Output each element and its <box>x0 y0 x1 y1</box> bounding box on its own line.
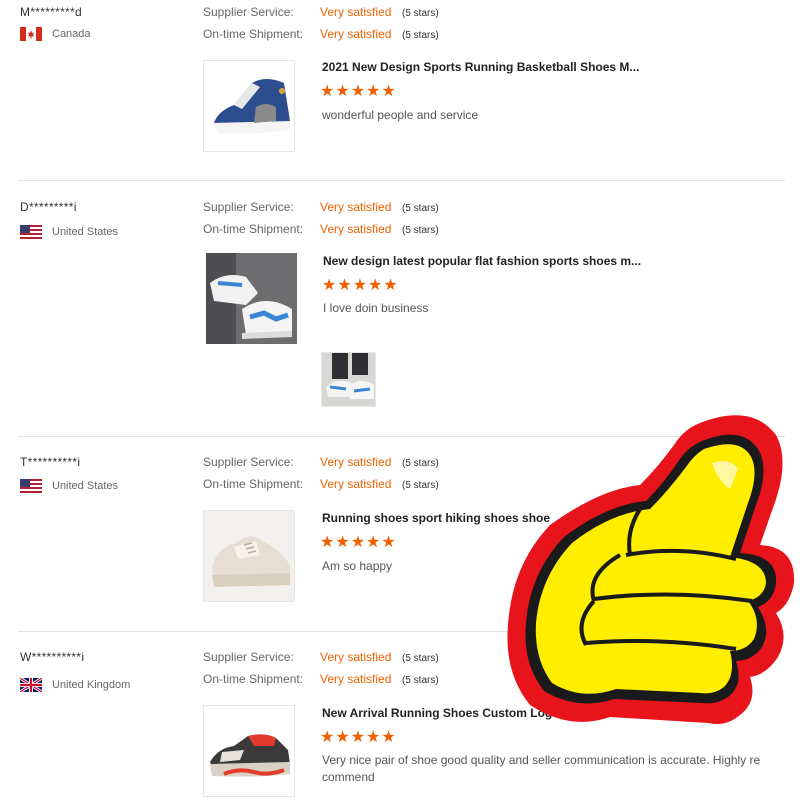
star-rating: ★★★★★ <box>320 729 397 746</box>
canada-flag-icon <box>20 27 42 41</box>
rating-stars-text: (5 stars) <box>402 675 439 686</box>
buyer-name: M*********d <box>20 5 82 19</box>
review-comment: I love doin business <box>323 301 429 315</box>
product-thumbnail[interactable] <box>203 705 295 797</box>
rating-stars-text: (5 stars) <box>402 225 439 236</box>
rating-stars-text: (5 stars) <box>402 458 439 469</box>
rating-value: Very satisfied <box>320 222 392 236</box>
rating-value: Very satisfied <box>320 27 392 41</box>
blue-flat-sneaker-icon <box>206 253 297 344</box>
country-name: Canada <box>52 28 91 40</box>
star-rating: ★★★★★ <box>320 534 397 551</box>
us-flag-icon <box>20 225 42 239</box>
rating-stars-text: (5 stars) <box>402 480 439 491</box>
shipment-rating: On-time Shipment: Very satisfied (5 star… <box>203 222 439 236</box>
rating-value: Very satisfied <box>320 672 392 686</box>
buyer-name: W**********i <box>20 650 85 664</box>
review-divider <box>18 180 785 181</box>
buyer-country: Canada <box>20 27 91 41</box>
customer-photo-sneaker-icon <box>322 353 375 406</box>
buyer-name: D*********i <box>20 200 77 214</box>
supplier-service-rating: Supplier Service: Very satisfied (5 star… <box>203 650 439 664</box>
product-title[interactable]: New design latest popular flat fashion s… <box>323 254 641 268</box>
product-thumbnail[interactable] <box>206 253 297 344</box>
rating-label: Supplier Service: <box>203 5 294 19</box>
rating-stars-text: (5 stars) <box>402 203 439 214</box>
us-flag-icon <box>20 479 42 493</box>
buyer-country: United States <box>20 225 118 239</box>
rating-label: Supplier Service: <box>203 200 294 214</box>
rating-stars-text: (5 stars) <box>402 30 439 41</box>
review-comment: wonderful people and service <box>322 108 479 122</box>
blue-basketball-shoe-icon <box>214 79 290 134</box>
country-name: United States <box>52 226 119 238</box>
rating-label: On-time Shipment: <box>203 477 304 491</box>
shipment-rating: On-time Shipment: Very satisfied (5 star… <box>203 27 439 41</box>
rating-stars-text: (5 stars) <box>402 653 439 664</box>
country-name: United Kingdom <box>52 679 131 691</box>
uk-flag-icon <box>20 678 42 692</box>
rating-value: Very satisfied <box>320 5 392 19</box>
supplier-service-rating: Supplier Service: Very satisfied (5 star… <box>203 455 439 469</box>
beige-chunky-sneaker-icon <box>204 511 294 601</box>
review-comment: Very nice pair of shoe good quality and … <box>322 753 761 784</box>
supplier-service-rating: Supplier Service: Very satisfied (5 star… <box>203 5 439 19</box>
product-title[interactable]: 2021 New Design Sports Running Basketbal… <box>322 60 639 74</box>
country-name: United States <box>52 480 119 492</box>
rating-value: Very satisfied <box>320 455 392 469</box>
supplier-service-rating: Supplier Service: Very satisfied (5 star… <box>203 200 439 214</box>
product-thumbnail[interactable] <box>203 60 295 152</box>
rating-label: Supplier Service: <box>203 455 294 469</box>
star-rating: ★★★★★ <box>322 277 399 294</box>
rating-stars-text: (5 stars) <box>402 8 439 19</box>
buyer-name: T**********i <box>20 455 81 469</box>
shipment-rating: On-time Shipment: Very satisfied (5 star… <box>203 477 439 491</box>
rating-label: On-time Shipment: <box>203 27 304 41</box>
shipment-rating: On-time Shipment: Very satisfied (5 star… <box>203 672 439 686</box>
rating-value: Very satisfied <box>320 650 392 664</box>
buyer-country: United Kingdom <box>20 678 130 692</box>
rating-label: Supplier Service: <box>203 650 294 664</box>
rating-label: On-time Shipment: <box>203 672 304 686</box>
rating-label: On-time Shipment: <box>203 222 304 236</box>
rating-value: Very satisfied <box>320 477 392 491</box>
rating-value: Very satisfied <box>320 200 392 214</box>
review-photo[interactable] <box>321 352 376 407</box>
star-rating: ★★★★★ <box>320 83 397 100</box>
red-running-shoe-icon <box>204 706 294 796</box>
buyer-country: United States <box>20 479 118 493</box>
product-thumbnail[interactable] <box>203 510 295 602</box>
thumbs-up-icon <box>490 405 800 735</box>
